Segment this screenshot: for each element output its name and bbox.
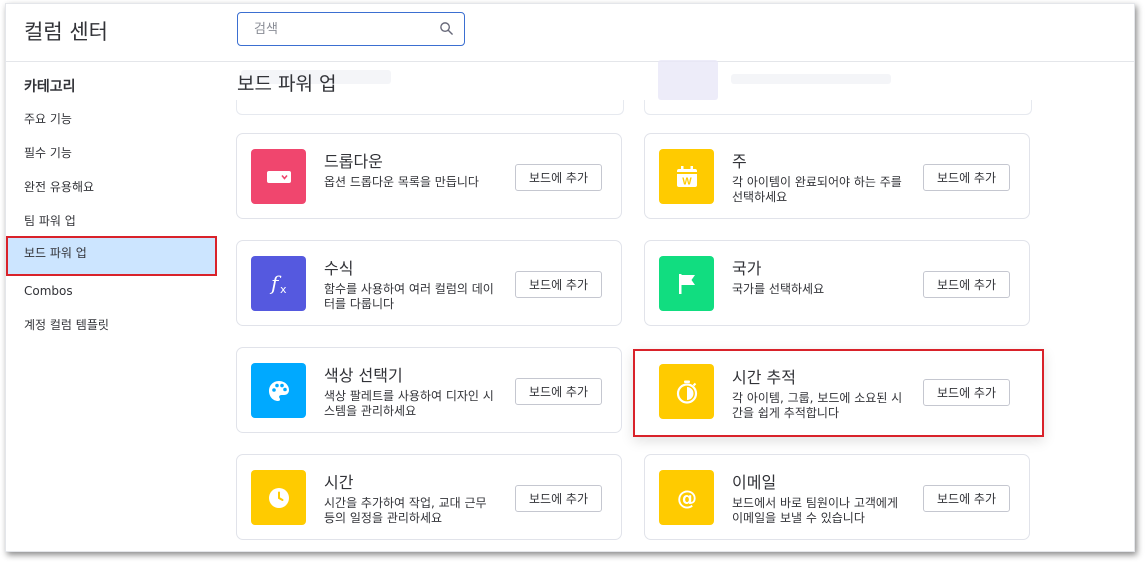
card-name: 색상 선택기 — [324, 366, 403, 385]
stopwatch-icon — [659, 364, 714, 419]
card-email: @ 이메일 보드에서 바로 팀원이나 고객에게 이메일을 보낼 수 있습니다 보… — [644, 454, 1030, 540]
calendar-week-icon: W — [659, 149, 714, 204]
card-description: 시간을 추가하여 작업, 교대 근무 등의 일정을 관리하세요 — [324, 496, 487, 525]
add-to-board-button[interactable]: 보드에 추가 — [515, 378, 602, 405]
partial-card — [644, 100, 1032, 115]
page-title: 컬럼 센터 — [24, 20, 108, 44]
clock-icon — [251, 470, 306, 525]
svg-text:x: x — [280, 283, 287, 296]
at-sign-icon: @ — [659, 470, 714, 525]
card-name: 드롭다운 — [324, 152, 383, 171]
sidebar-item-combos[interactable]: Combos — [6, 274, 217, 308]
add-to-board-button[interactable]: 보드에 추가 — [923, 271, 1010, 298]
formula-icon: fx — [251, 256, 306, 311]
search-icon[interactable] — [439, 21, 454, 36]
add-to-board-button[interactable]: 보드에 추가 — [515, 271, 602, 298]
card-name: 국가 — [732, 259, 762, 278]
card-description: 국가를 선택하세요 — [732, 282, 825, 296]
flag-icon — [659, 256, 714, 311]
add-to-board-button[interactable]: 보드에 추가 — [923, 485, 1010, 512]
category-sidebar: 카테고리 주요 기능 필수 기능 완전 유용해요 팀 파워 업 보드 파워 업 … — [6, 62, 221, 551]
card-time-tracking: 시간 추적 각 아이템, 그룹, 보드에 소요된 시간을 쉽게 추적합니다 보드… — [633, 349, 1044, 437]
add-to-board-button[interactable]: 보드에 추가 — [923, 379, 1010, 406]
column-center-window: 컬럼 센터 카테고리 주요 기능 필수 기능 완전 유용해요 팀 파워 업 보드… — [5, 3, 1135, 552]
card-description: 보드에서 바로 팀원이나 고객에게 이메일을 보낼 수 있습니다 — [732, 496, 899, 525]
card-name: 시간 추적 — [732, 368, 796, 387]
card-name: 이메일 — [732, 473, 777, 492]
sidebar-item-board-power-up[interactable]: 보드 파워 업 — [6, 236, 217, 276]
card-description: 색상 팔레트를 사용하여 디자인 시스템을 관리하세요 — [324, 389, 494, 418]
add-to-board-button[interactable]: 보드에 추가 — [515, 485, 602, 512]
card-name: 시간 — [324, 473, 354, 492]
card-name: 수식 — [324, 259, 354, 278]
card-color-picker: 색상 선택기 색상 팔레트를 사용하여 디자인 시스템을 관리하세요 보드에 추… — [236, 347, 622, 433]
svg-text:@: @ — [677, 486, 697, 510]
faded-previous-icon — [658, 60, 718, 100]
card-description: 함수를 사용하여 여러 컬럼의 데이터를 다룹니다 — [324, 282, 494, 311]
card-week: W 주 각 아이템이 완료되어야 하는 주를 선택하세요 보드에 추가 — [644, 133, 1030, 219]
card-formula: fx 수식 함수를 사용하여 여러 컬럼의 데이터를 다룹니다 보드에 추가 — [236, 240, 622, 326]
card-description: 옵션 드롭다운 목록을 만듭니다 — [324, 175, 479, 189]
search-input[interactable] — [252, 13, 436, 45]
partial-card — [236, 100, 624, 115]
sidebar-item-super-useful[interactable]: 완전 유용해요 — [6, 170, 217, 204]
card-dropdown: 드롭다운 옵션 드롭다운 목록을 만듭니다 보드에 추가 — [236, 133, 622, 219]
card-description: 각 아이템, 그룹, 보드에 소요된 시간을 쉽게 추적합니다 — [732, 391, 903, 420]
sidebar-item-account-column-templates[interactable]: 계정 컬럼 템플릿 — [6, 308, 217, 342]
svg-text:W: W — [682, 176, 692, 187]
card-description: 각 아이템이 완료되어야 하는 주를 선택하세요 — [732, 175, 902, 204]
dropdown-icon — [251, 149, 306, 204]
category-heading: 카테고리 — [24, 79, 76, 95]
sidebar-item-team-power-up[interactable]: 팀 파워 업 — [6, 204, 217, 238]
search-box[interactable] — [237, 12, 465, 46]
palette-icon — [251, 363, 306, 418]
add-to-board-button[interactable]: 보드에 추가 — [923, 164, 1010, 191]
card-name: 주 — [732, 152, 747, 171]
sidebar-item-essentials[interactable]: 필수 기능 — [6, 136, 217, 170]
section-title: 보드 파워 업 — [237, 73, 337, 95]
add-to-board-button[interactable]: 보드에 추가 — [515, 164, 602, 191]
faded-previous-text — [731, 74, 891, 84]
card-country: 국가 국가를 선택하세요 보드에 추가 — [644, 240, 1030, 326]
card-hour: 시간 시간을 추가하여 작업, 교대 근무 등의 일정을 관리하세요 보드에 추… — [236, 454, 622, 540]
sidebar-item-main-features[interactable]: 주요 기능 — [6, 102, 217, 136]
